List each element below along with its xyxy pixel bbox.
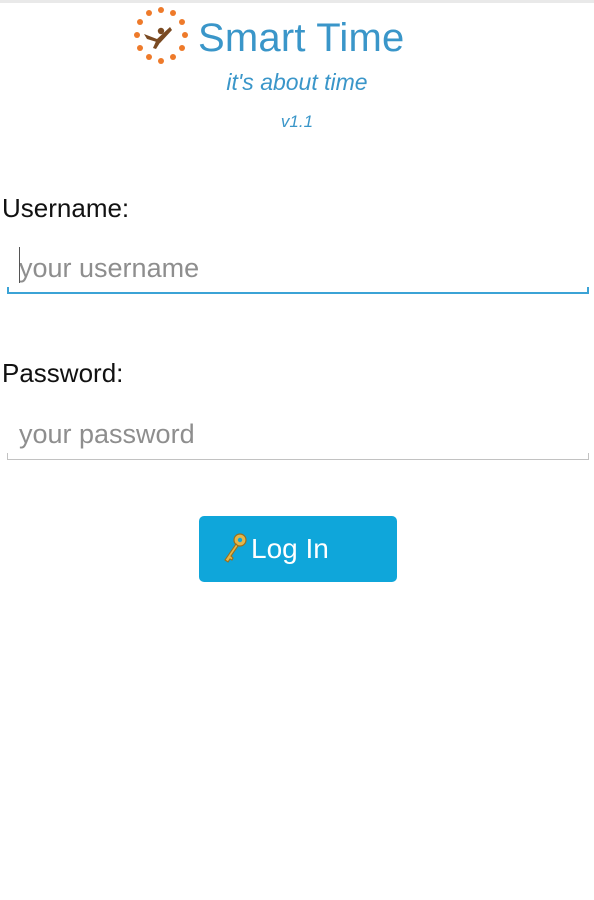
username-input[interactable] — [19, 248, 579, 288]
text-cursor — [19, 247, 20, 283]
key-icon — [224, 533, 247, 563]
username-label: Username: — [2, 193, 130, 223]
top-edge — [0, 0, 594, 3]
login-button[interactable]: Log In — [199, 516, 397, 582]
password-input[interactable] — [19, 414, 579, 454]
password-underline — [7, 459, 589, 460]
username-field-container — [7, 244, 589, 294]
app-version: v1.1 — [280, 112, 314, 131]
username-underline-tick-left — [7, 287, 9, 294]
password-field-container — [7, 410, 589, 460]
login-button-label: Log In — [251, 533, 329, 564]
password-underline-tick-right — [588, 453, 589, 460]
app-tagline: it's about time — [226, 69, 368, 95]
username-underline-tick-right — [587, 287, 589, 294]
app-title: Smart Time — [198, 16, 405, 60]
password-underline-tick-left — [7, 453, 8, 460]
clock-person-icon — [134, 7, 188, 64]
password-label: Password: — [2, 358, 124, 388]
username-underline — [7, 292, 589, 294]
